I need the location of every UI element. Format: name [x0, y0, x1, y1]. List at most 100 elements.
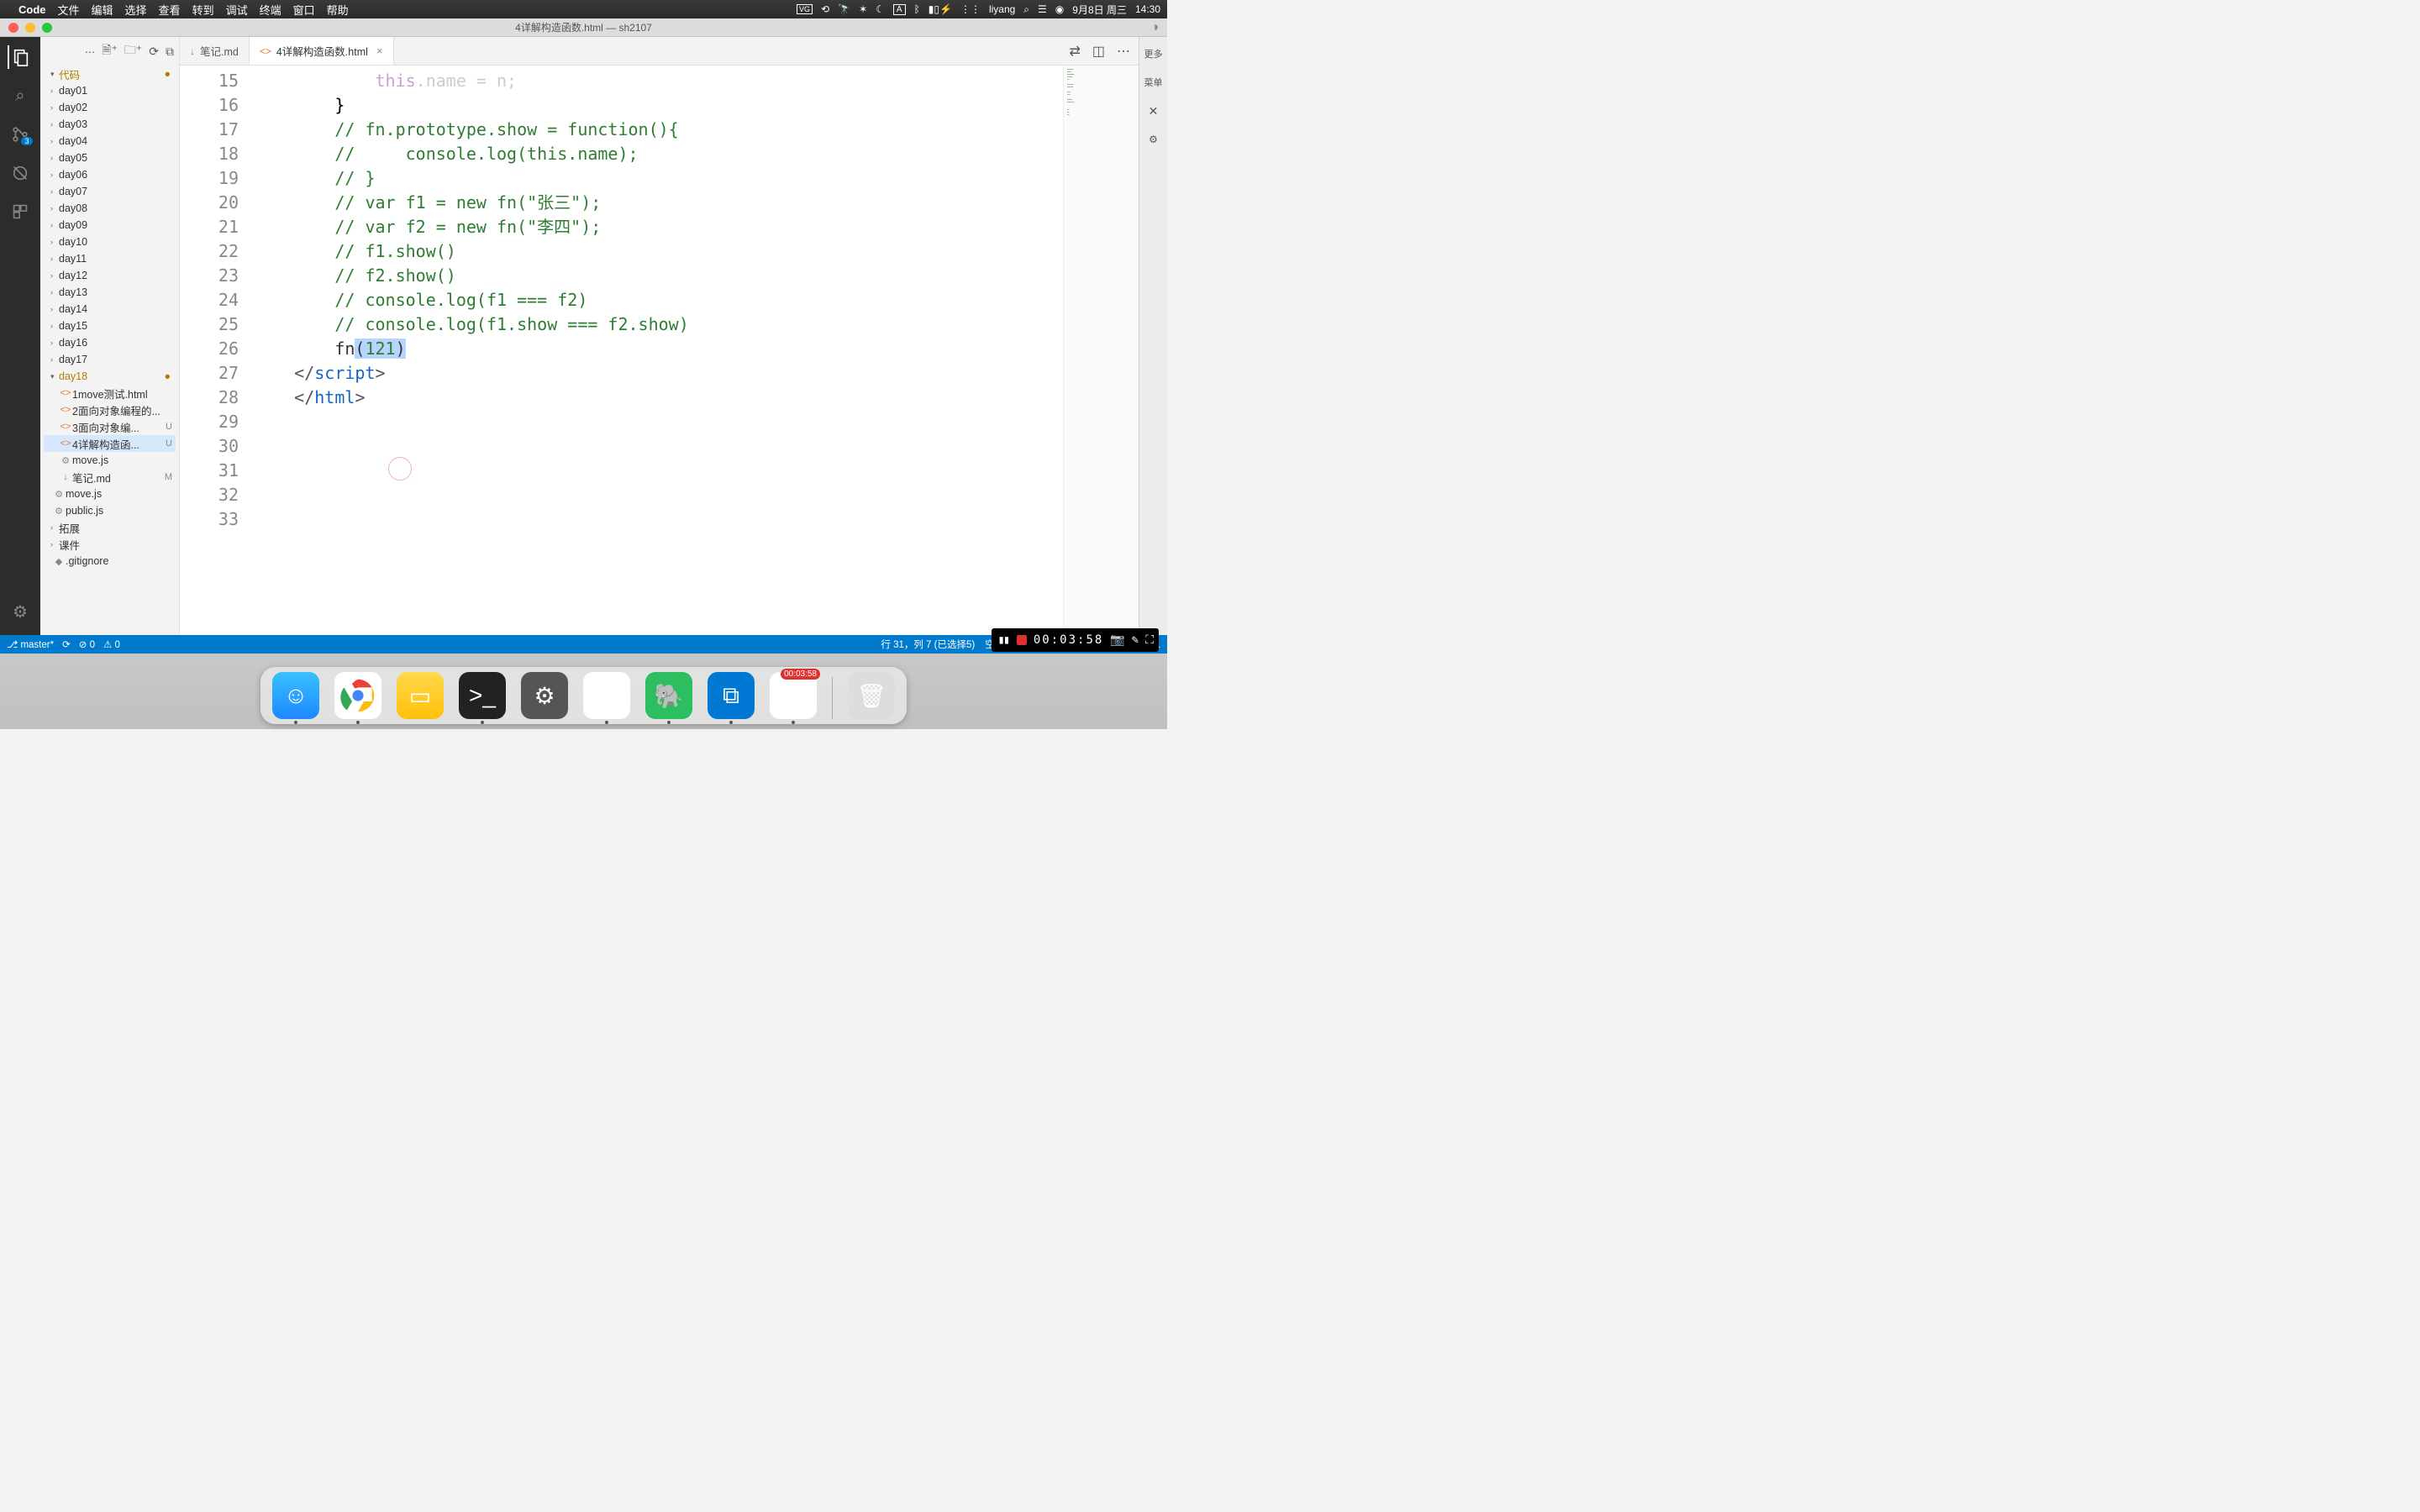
activity-search-icon[interactable]: ⌕: [8, 84, 32, 108]
sidebar-ellipsis-icon[interactable]: ⋯: [85, 45, 96, 58]
code-content[interactable]: this.name = n; } // fn.prototype.show = …: [254, 66, 1139, 635]
menubar-wifi-icon[interactable]: ⋮⋮: [960, 3, 981, 15]
tree-file[interactable]: ↓ 笔记.mdM: [44, 469, 176, 486]
menu-file[interactable]: 文件: [58, 2, 80, 18]
menubar-vg-icon[interactable]: VG: [797, 4, 813, 14]
status-warnings[interactable]: ⚠ 0: [103, 638, 120, 650]
tree-folder-open[interactable]: ▾day18 ●: [44, 368, 176, 385]
menu-edit[interactable]: 编辑: [92, 2, 113, 18]
menu-help[interactable]: 帮助: [327, 2, 349, 18]
panel-close-icon[interactable]: ✕: [1147, 101, 1160, 122]
recorder-stop-icon[interactable]: [1017, 635, 1027, 645]
minimap[interactable]: ▬▬▬▬▬▬▬▬▬▬▬▬▬▬▬▬▬▬▬▬▬▬▬▬▬▬▬▬▬▬▬▬▬▬▬▬▬▬▬▬…: [1063, 66, 1139, 635]
sidebar-newfolder-icon[interactable]: 🗀⁺: [124, 41, 142, 61]
tree-folder[interactable]: ›拓展: [44, 519, 176, 536]
menubar-username[interactable]: liyang: [989, 3, 1015, 15]
tree-folder[interactable]: ›day08: [44, 200, 176, 217]
dock-app-terminal[interactable]: >_: [459, 672, 506, 719]
dock-app-baidu[interactable]: ∞: [583, 672, 630, 719]
dock-app-screenrec[interactable]: ◉: [770, 672, 817, 719]
menubar-siri-icon[interactable]: ◉: [1055, 3, 1064, 15]
status-cursor[interactable]: 行 31，列 7 (已选择5): [881, 638, 975, 651]
sidebar-refresh-icon[interactable]: ⟳: [149, 45, 159, 59]
dock-app-finder[interactable]: ☺: [272, 672, 319, 719]
tree-folder[interactable]: ›day14: [44, 301, 176, 318]
menu-view[interactable]: 查看: [159, 2, 181, 18]
menu-window[interactable]: 窗口: [293, 2, 315, 18]
tree-folder[interactable]: ›day07: [44, 183, 176, 200]
menubar-date[interactable]: 9月8日 周三: [1072, 3, 1127, 17]
menubar-evernote-icon[interactable]: ✶: [859, 3, 867, 15]
tree-root-folder[interactable]: ▾代码 ●: [44, 66, 176, 82]
tree-file[interactable]: <> 4详解构造函...U: [44, 435, 176, 452]
tree-file[interactable]: ⚙ public.js: [44, 502, 176, 519]
tree-file[interactable]: <> 2面向对象编程的...: [44, 402, 176, 418]
recorder-expand-icon[interactable]: ⛶: [1145, 633, 1154, 647]
tree-folder[interactable]: ›day09: [44, 217, 176, 234]
tree-folder[interactable]: ›day05: [44, 150, 176, 166]
sidebar-collapse-icon[interactable]: ⧉: [166, 45, 174, 59]
menubar-a-icon[interactable]: A: [893, 4, 906, 15]
tree-file[interactable]: <> 1move测试.html: [44, 385, 176, 402]
screen-recorder-overlay[interactable]: ▮▮ 00:03:58 📷 ✎ ⛶: [992, 628, 1159, 652]
status-sync-icon[interactable]: ⟳: [62, 638, 71, 650]
menubar-bluetooth-icon[interactable]: ᛒ: [914, 3, 920, 15]
recorder-camera-icon[interactable]: 📷: [1110, 633, 1124, 647]
tree-folder[interactable]: ›day13: [44, 284, 176, 301]
tree-folder[interactable]: ›day15: [44, 318, 176, 334]
menu-terminal[interactable]: 终端: [260, 2, 281, 18]
window-panel-toggle-icon[interactable]: ◑: [1150, 20, 1159, 35]
app-name[interactable]: Code: [18, 3, 46, 16]
tree-folder[interactable]: ›day02: [44, 99, 176, 116]
tree-folder[interactable]: ›day06: [44, 166, 176, 183]
panel-more-label[interactable]: 更多: [1143, 44, 1165, 64]
activity-debug-icon[interactable]: [8, 161, 32, 185]
menubar-sync-icon[interactable]: ⟲: [821, 3, 829, 15]
tree-folder[interactable]: ›课件: [44, 536, 176, 553]
activity-scm-icon[interactable]: 3: [8, 123, 32, 146]
panel-gear-icon[interactable]: ⚙: [1147, 130, 1160, 149]
dock-app-vscode[interactable]: ⧉: [708, 672, 755, 719]
code-editor[interactable]: 15161718192021222324252627282930313233 t…: [180, 66, 1139, 635]
tree-file[interactable]: ◆ .gitignore: [44, 553, 176, 570]
menubar-time[interactable]: 14:30: [1135, 3, 1160, 15]
tree-folder[interactable]: ›day17: [44, 351, 176, 368]
tab-close-icon[interactable]: ×: [376, 45, 383, 57]
activity-explorer-icon[interactable]: [8, 45, 31, 69]
dock-app-evernote[interactable]: 🐘: [645, 672, 692, 719]
tree-file[interactable]: <> 3面向对象编...U: [44, 418, 176, 435]
tab-notes[interactable]: ↓ 笔记.md: [180, 37, 250, 65]
tree-folder[interactable]: ›day01: [44, 82, 176, 99]
tree-folder[interactable]: ›day03: [44, 116, 176, 133]
tree-file[interactable]: ⚙ move.js: [44, 486, 176, 502]
sidebar-newfile-icon[interactable]: 🗎⁺: [102, 41, 118, 61]
status-branch[interactable]: ⎇ master*: [7, 638, 54, 650]
tree-folder[interactable]: ›day10: [44, 234, 176, 250]
dock-app-notes[interactable]: ▭: [397, 672, 444, 719]
window-zoom-button[interactable]: [42, 23, 52, 33]
menu-selection[interactable]: 选择: [125, 2, 147, 18]
menubar-battery-icon[interactable]: ▮▯⚡: [929, 3, 952, 15]
menubar-control-center-icon[interactable]: ☰: [1038, 3, 1047, 15]
window-minimize-button[interactable]: [25, 23, 35, 33]
menu-debug[interactable]: 调试: [226, 2, 248, 18]
tree-folder[interactable]: ›day04: [44, 133, 176, 150]
menubar-spotlight-icon[interactable]: ⌕: [1023, 3, 1029, 16]
editor-more-icon[interactable]: ⋯: [1117, 43, 1130, 60]
dock-app-chrome[interactable]: [334, 672, 381, 719]
editor-split-icon[interactable]: ◫: [1092, 43, 1105, 60]
activity-settings-icon[interactable]: ⚙: [8, 600, 32, 623]
menubar-moon-icon[interactable]: ☾: [876, 3, 885, 15]
editor-diff-icon[interactable]: ⇄: [1069, 43, 1080, 60]
menu-go[interactable]: 转到: [192, 2, 214, 18]
status-errors[interactable]: ⊘ 0: [79, 638, 95, 650]
tab-current[interactable]: <> 4详解构造函数.html ×: [250, 37, 394, 65]
dock-app-settings[interactable]: ⚙: [521, 672, 568, 719]
activity-extensions-icon[interactable]: [8, 200, 32, 223]
window-close-button[interactable]: [8, 23, 18, 33]
tree-folder[interactable]: ›day16: [44, 334, 176, 351]
dock-trash-icon[interactable]: 🗑: [848, 672, 895, 719]
tree-file[interactable]: ⚙ move.js: [44, 452, 176, 469]
recorder-pause-icon[interactable]: ▮▮: [997, 633, 1010, 647]
tree-folder[interactable]: ›day11: [44, 250, 176, 267]
